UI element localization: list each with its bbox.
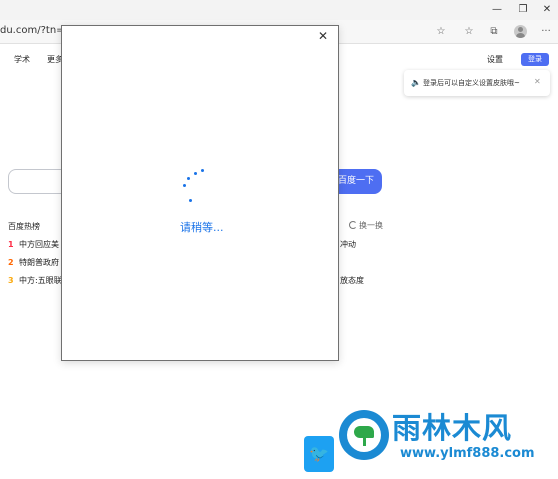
watermark-title: 雨林木风	[392, 411, 513, 445]
settings-link[interactable]: 设置	[487, 55, 503, 65]
hot-item[interactable]: 3 中方:五眼联	[8, 276, 62, 286]
twitter-bird-icon: 🐦	[304, 436, 334, 472]
tip-close-icon[interactable]: ✕	[534, 77, 541, 87]
refresh-button[interactable]: 换一换	[349, 221, 383, 231]
collections-icon[interactable]: ⧉	[487, 25, 501, 39]
speaker-icon: 🔈	[411, 78, 421, 87]
maximize-button[interactable]: ❐	[516, 3, 530, 17]
hot-rank: 1	[8, 240, 14, 249]
login-button[interactable]: 登录	[521, 53, 549, 66]
minimize-button[interactable]: —	[490, 3, 504, 17]
more-menu-icon[interactable]: ···	[539, 25, 553, 39]
tip-text: 登录后可以自定义设置皮肤哦~	[423, 79, 520, 87]
hot-item-text: 特朗普政府	[19, 258, 59, 267]
nav-link-xueshu[interactable]: 学术	[14, 55, 30, 65]
login-tip-popup: 🔈 登录后可以自定义设置皮肤哦~ ✕	[404, 70, 550, 96]
hot-item-text: 中方回应美	[19, 240, 59, 249]
hot-list-title: 百度热榜	[8, 222, 40, 231]
ylmf-logo	[339, 410, 389, 460]
refresh-label: 换一换	[359, 221, 383, 230]
browser-titlebar: — ❐ ✕	[0, 0, 558, 20]
hot-item-text: 中方:五眼联	[19, 276, 62, 285]
hot-item-right[interactable]: 放态度	[340, 276, 364, 286]
dialog-close-icon[interactable]: ✕	[318, 29, 328, 43]
hot-item[interactable]: 1 中方回应美	[8, 240, 59, 250]
favorites-icon[interactable]: ☆	[462, 25, 476, 39]
hot-rank: 2	[8, 258, 14, 267]
refresh-icon	[349, 221, 357, 229]
loading-text: 请稍等...	[180, 221, 224, 234]
hot-item-right[interactable]: 冲动	[340, 240, 356, 250]
screen: — ❐ ✕ du.com/?tn=80 ☆ ☆ ⧉ ··· 学术 更多 设置 登…	[0, 0, 558, 479]
window-close-button[interactable]: ✕	[540, 3, 554, 17]
star-icon[interactable]: ☆	[434, 25, 448, 39]
profile-avatar[interactable]	[514, 25, 527, 38]
hot-item[interactable]: 2 特朗普政府	[8, 258, 59, 268]
loading-dialog: ✕ 请稍等...	[61, 25, 339, 361]
watermark-url: www.ylmf888.com	[400, 446, 535, 461]
hot-rank: 3	[8, 276, 14, 285]
